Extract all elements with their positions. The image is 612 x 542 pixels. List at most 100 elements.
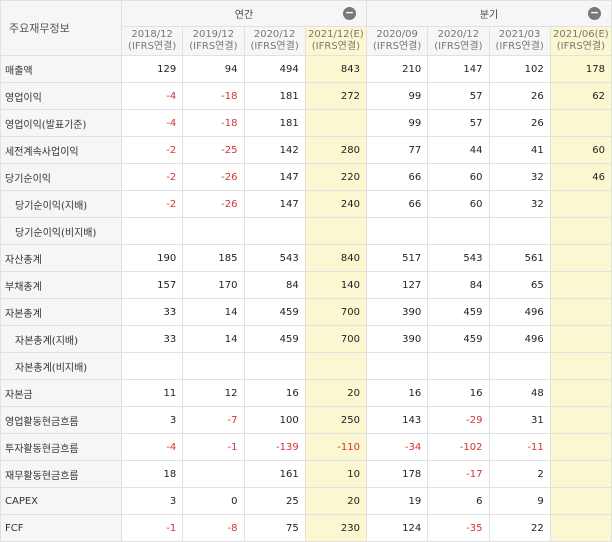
row-label[interactable]: 영업이익(발표기준) [0,109,122,137]
table-cell: -17 [427,460,490,488]
period-basis: (IFRS연결) [250,41,299,52]
row-label[interactable]: 자산총계 [0,244,122,272]
table-cell: -26 [182,163,245,191]
table-cell: 20 [304,487,368,515]
table-cell: 41 [488,136,551,164]
annual-period-header: 2020/12 (IFRS연결) [243,26,306,56]
row-label[interactable]: 세전계속사업이익 [0,136,122,164]
annual-period-header: 2019/12 (IFRS연결) [182,26,245,56]
table-cell: 459 [243,298,306,326]
table-cell [549,271,612,299]
table-cell: 44 [427,136,490,164]
table-cell: 48 [488,379,551,407]
table-cell: 10 [304,460,368,488]
table-cell: 143 [365,406,429,434]
table-cell: 77 [365,136,429,164]
table-cell: -35 [427,514,490,542]
table-cell: 19 [365,487,429,515]
table-row: 재무활동현금흐름 18 161 10 178 -17 2 [0,460,612,488]
table-cell [243,217,306,245]
table-cell [243,352,306,380]
period-label: 2020/12 [437,29,480,40]
table-row: 영업이익(발표기준) -4 -18 181 99 57 26 [0,109,612,137]
table-cell: 494 [243,55,306,83]
table-cell: -7 [182,406,245,434]
row-label[interactable]: 영업활동현금흐름 [0,406,122,434]
row-label[interactable]: 당기순이익(비지배) [0,217,122,245]
table-row: 영업활동현금흐름 3 -7 100 250 143 -29 31 [0,406,612,434]
table-cell [549,325,612,353]
table-cell: -139 [243,433,306,461]
table-cell: 33 [120,325,184,353]
table-cell [182,217,245,245]
corner-label: 주요재무정보 [0,0,122,56]
table-cell: 60 [427,163,490,191]
table-cell: 496 [488,298,551,326]
table-cell: 32 [488,190,551,218]
table-cell: -26 [182,190,245,218]
table-cell: -2 [120,163,184,191]
row-label[interactable]: 자본총계 [0,298,122,326]
table-cell [427,352,490,380]
table-cell: 124 [365,514,429,542]
table-cell: -8 [182,514,245,542]
table-cell: 700 [304,298,368,326]
table-row: 당기순이익(비지배) [0,217,612,245]
table-cell: 700 [304,325,368,353]
table-cell: 33 [120,298,184,326]
row-label[interactable]: 투자활동현금흐름 [0,433,122,461]
table-cell: 60 [427,190,490,218]
table-cell [427,217,490,245]
table-cell: 0 [182,487,245,515]
row-label[interactable]: 자본총계(비지배) [0,352,122,380]
row-label[interactable]: 자본총계(지배) [0,325,122,353]
table-cell [120,352,184,380]
table-cell: 210 [365,55,429,83]
table-cell: 16 [365,379,429,407]
row-label[interactable]: 재무활동현금흐름 [0,460,122,488]
row-label[interactable]: 영업이익 [0,82,122,110]
period-basis: (IFRS연결) [373,41,422,52]
collapse-quarter-icon[interactable]: − [588,7,601,20]
table-cell: 517 [365,244,429,272]
table-cell: 496 [488,325,551,353]
table-cell: 25 [243,487,306,515]
table-cell [549,379,612,407]
table-cell: -18 [182,82,245,110]
period-label: 2020/09 [376,29,418,40]
table-cell [182,460,245,488]
row-label[interactable]: CAPEX [0,487,122,515]
table-cell: -4 [120,82,184,110]
table-cell: 31 [488,406,551,434]
table-cell: 102 [488,55,551,83]
row-label[interactable]: 자본금 [0,379,122,407]
table-cell: -11 [488,433,551,461]
table-cell: 62 [549,82,612,110]
collapse-annual-icon[interactable]: − [343,7,356,20]
table-cell: 161 [243,460,306,488]
table-cell: 84 [427,271,490,299]
row-label[interactable]: 당기순이익(지배) [0,190,122,218]
table-cell: 3 [120,406,184,434]
table-cell: 840 [304,244,368,272]
table-cell: 390 [365,325,429,353]
row-label[interactable]: 매출액 [0,55,122,83]
table-cell: 99 [365,109,429,137]
financial-summary-table: 주요재무정보 연간 − 분기 − 2018/12 (IFRS연결) 2019/12(… [0,0,612,542]
row-label[interactable]: 부채총계 [0,271,122,299]
table-cell: 220 [304,163,368,191]
table-cell: 147 [243,190,306,218]
table-cell [549,352,612,380]
table-row: 자본총계(비지배) [0,352,612,380]
table-row: 자본총계(지배) 33 14 459 700 390 459 496 [0,325,612,353]
table-cell: 22 [488,514,551,542]
table-cell [549,217,612,245]
quarter-group-header: 분기 − [366,0,612,27]
row-label[interactable]: 당기순이익 [0,163,122,191]
table-cell [549,109,612,137]
table-cell: 157 [120,271,184,299]
row-label[interactable]: FCF [0,514,122,542]
period-label: 2021/06(E) [553,29,609,40]
table-row: 영업이익 -4 -18 181 272 99 57 26 62 [0,82,612,110]
table-cell: 12 [182,379,245,407]
